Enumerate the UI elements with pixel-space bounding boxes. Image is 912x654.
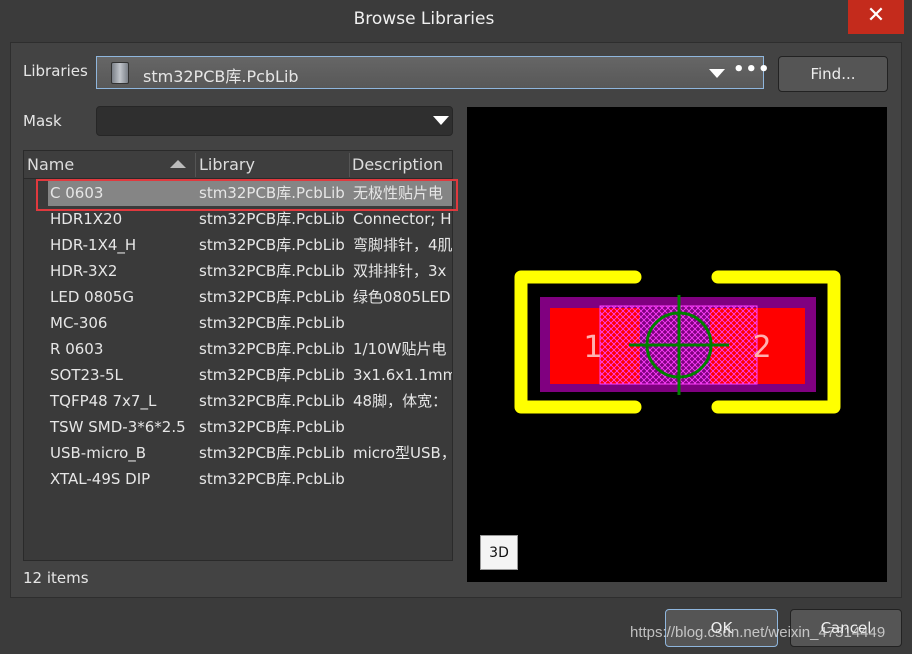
view-3d-button[interactable]: 3D	[480, 535, 518, 570]
list-item[interactable]: SOT23-5L stm32PCB库.PcbLib 3x1.6x1.1mm	[24, 362, 452, 388]
list-item[interactable]: XTAL-49S DIP stm32PCB库.PcbLib	[24, 466, 452, 492]
item-description: 3x1.6x1.1mm	[353, 366, 452, 384]
window-title: Browse Libraries	[353, 9, 495, 29]
libraries-label: Libraries	[23, 62, 88, 80]
item-name: TQFP48 7x7_L	[50, 392, 157, 410]
chevron-down-icon	[709, 69, 725, 78]
column-header-name[interactable]: Name	[27, 155, 74, 174]
item-name: MC-306	[50, 314, 108, 332]
libraries-dropdown[interactable]: stm32PCB库.PcbLib •••	[96, 56, 770, 89]
close-icon: ✕	[866, 3, 886, 28]
list-item[interactable]: USB-micro_B stm32PCB库.PcbLib micro型USB，	[24, 440, 452, 466]
libraries-value: stm32PCB库.PcbLib	[143, 67, 299, 86]
item-library: stm32PCB库.PcbLib	[199, 314, 345, 332]
library-chip-icon	[111, 62, 129, 84]
pad-2-label: 2	[752, 330, 771, 365]
item-library: stm32PCB库.PcbLib	[199, 340, 345, 358]
item-name: XTAL-49S DIP	[50, 470, 151, 488]
more-options-icon[interactable]: •••	[733, 59, 771, 80]
item-description: 双排排针，3x	[353, 262, 447, 280]
item-library: stm32PCB库.PcbLib	[199, 366, 345, 384]
item-library: stm32PCB库.PcbLib	[199, 444, 345, 462]
footprint-drawing: 1 2	[514, 270, 841, 414]
column-header-description[interactable]: Description	[352, 155, 443, 174]
column-header-library[interactable]: Library	[199, 155, 255, 174]
item-name: USB-micro_B	[50, 444, 147, 462]
list-item[interactable]: LED 0805G stm32PCB库.PcbLib 绿色0805LED	[24, 284, 452, 310]
item-library: stm32PCB库.PcbLib	[199, 470, 345, 488]
list-header: Name Library Description	[24, 151, 452, 179]
list-item[interactable]: TSW SMD-3*6*2.5 stm32PCB库.PcbLib	[24, 414, 452, 440]
mask-label: Mask	[23, 112, 62, 130]
item-name: HDR-3X2	[50, 262, 118, 280]
item-description: 弯脚排针，4肌	[353, 236, 452, 254]
item-description: micro型USB，	[353, 444, 452, 462]
list-item[interactable]: HDR-3X2 stm32PCB库.PcbLib 双排排针，3x	[24, 258, 452, 284]
pad-1-label: 1	[583, 330, 602, 365]
mask-dropdown[interactable]	[96, 106, 453, 136]
item-library: stm32PCB库.PcbLib	[199, 418, 345, 436]
item-library: stm32PCB库.PcbLib	[199, 288, 345, 306]
item-name: R 0603	[50, 340, 104, 358]
chevron-down-icon	[433, 116, 449, 125]
footprint-preview[interactable]: 1 2	[467, 107, 887, 582]
selection-highlight	[36, 179, 458, 211]
item-description: 1/10W贴片电	[353, 340, 447, 358]
item-count: 12 items	[23, 569, 89, 587]
watermark: https://blog.csdn.net/weixin_47314449	[630, 624, 886, 641]
list-item[interactable]: TQFP48 7x7_L stm32PCB库.PcbLib 48脚，体宽：	[24, 388, 452, 414]
component-list[interactable]: Name Library Description C 0603 stm32PCB库…	[23, 150, 453, 561]
close-button[interactable]: ✕	[848, 0, 904, 34]
item-name: SOT23-5L	[50, 366, 123, 384]
find-button[interactable]: Find...	[778, 56, 888, 92]
sort-ascending-icon	[170, 160, 186, 168]
item-name: TSW SMD-3*6*2.5	[50, 418, 186, 436]
list-item[interactable]: HDR-1X4_H stm32PCB库.PcbLib 弯脚排针，4肌	[24, 232, 452, 258]
item-library: stm32PCB库.PcbLib	[199, 392, 345, 410]
list-item[interactable]: MC-306 stm32PCB库.PcbLib	[24, 310, 452, 336]
item-library: stm32PCB库.PcbLib	[199, 236, 345, 254]
item-library: stm32PCB库.PcbLib	[199, 262, 345, 280]
item-description: 48脚，体宽：	[353, 392, 448, 410]
item-description: 绿色0805LED	[353, 288, 451, 306]
list-item[interactable]: R 0603 stm32PCB库.PcbLib 1/10W贴片电	[24, 336, 452, 362]
item-name: HDR-1X4_H	[50, 236, 137, 254]
item-name: LED 0805G	[50, 288, 134, 306]
